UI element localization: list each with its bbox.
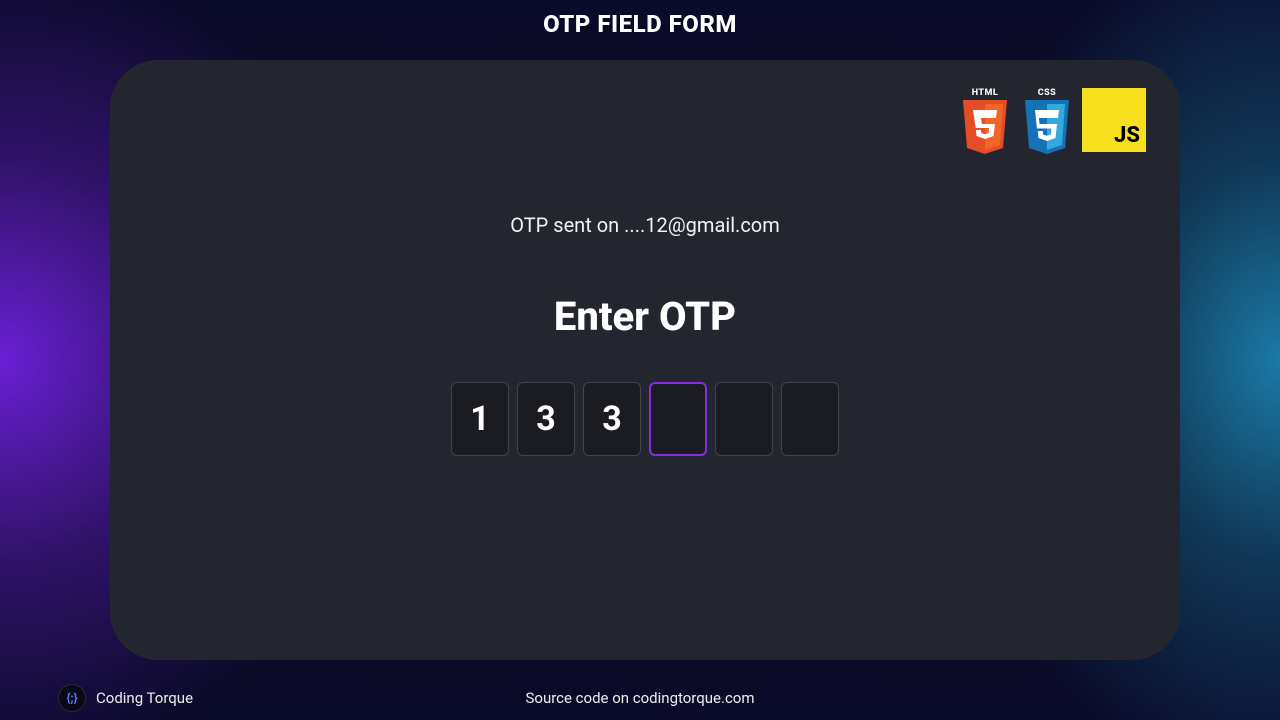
otp-digit-4[interactable] bbox=[649, 382, 707, 456]
brand-logo-icon: {;} bbox=[58, 684, 86, 712]
otp-sent-info: OTP sent on ....12@gmail.com bbox=[110, 213, 1180, 237]
tech-badges: HTML CSS JS bbox=[958, 88, 1146, 154]
otp-digit-5[interactable] bbox=[715, 382, 773, 456]
html5-badge: HTML bbox=[958, 88, 1012, 154]
css3-label: CSS bbox=[1038, 88, 1057, 98]
otp-digit-6[interactable] bbox=[781, 382, 839, 456]
otp-heading: Enter OTP bbox=[110, 293, 1180, 340]
footer: {;} Coding Torque Source code on codingt… bbox=[0, 676, 1280, 720]
page-title: OTP FIELD FORM bbox=[0, 0, 1280, 44]
otp-digit-3[interactable] bbox=[583, 382, 641, 456]
js-badge: JS bbox=[1082, 88, 1146, 152]
css3-icon bbox=[1023, 100, 1071, 154]
otp-digit-2[interactable] bbox=[517, 382, 575, 456]
otp-digit-1[interactable] bbox=[451, 382, 509, 456]
otp-card: HTML CSS JS OTP sent on ....12@gmail.com… bbox=[110, 60, 1180, 660]
footer-source-text: Source code on codingtorque.com bbox=[525, 689, 754, 707]
html5-icon bbox=[961, 100, 1009, 154]
footer-brand: {;} Coding Torque bbox=[58, 684, 193, 712]
otp-input-row bbox=[110, 382, 1180, 456]
html5-label: HTML bbox=[972, 88, 999, 98]
brand-name: Coding Torque bbox=[96, 689, 193, 707]
css3-badge: CSS bbox=[1020, 88, 1074, 154]
js-icon: JS bbox=[1114, 123, 1140, 148]
